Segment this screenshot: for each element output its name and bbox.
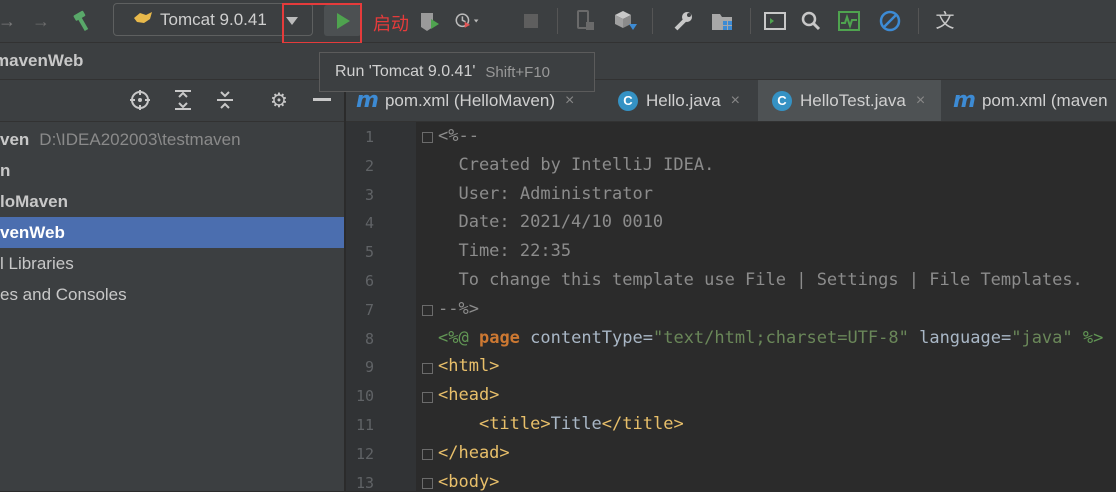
line-number: 5: [364, 243, 374, 261]
fold-marker-icon[interactable]: [422, 478, 433, 489]
code-line: Date: 2021/4/10 0010: [438, 212, 664, 232]
close-icon[interactable]: ×: [731, 92, 740, 110]
code-line: User: Administrator: [438, 184, 653, 204]
toolbar-separator: [750, 8, 751, 34]
line-number: 4: [364, 214, 374, 232]
search-icon[interactable]: [798, 8, 824, 34]
tab-label: HelloTest.java: [800, 90, 906, 110]
fold-marker-icon[interactable]: [422, 392, 433, 403]
tab-hellotest-java[interactable]: C HelloTest.java ×: [758, 80, 941, 121]
code-line: <%--: [438, 126, 479, 146]
forward-arrow-icon[interactable]: →: [28, 8, 54, 34]
tree-item-mavenweb[interactable]: venWeb: [0, 217, 344, 248]
toolbar-separator: [652, 8, 653, 34]
code-line: </head>: [438, 443, 510, 463]
tab-pom-mavenweb[interactable]: m pom.xml (maven: [943, 80, 1116, 121]
code-line: <head>: [438, 385, 500, 405]
tree-item-external-libraries[interactable]: l Libraries: [0, 248, 344, 279]
code-line-title: <title>Title</title>: [478, 414, 684, 434]
line-number: 7: [364, 301, 374, 319]
line-number: 8: [364, 330, 374, 348]
code-line: <body>: [438, 472, 500, 492]
highlight-box: [282, 3, 362, 44]
maven-icon: m: [953, 88, 976, 113]
close-icon[interactable]: ×: [565, 92, 574, 110]
tab-hello-java[interactable]: C Hello.java ×: [604, 80, 756, 121]
build-hammer-icon[interactable]: [70, 8, 96, 34]
fold-marker-icon[interactable]: [422, 449, 433, 460]
tree-item-label: loMaven: [0, 191, 69, 211]
translate-icon[interactable]: 文: [932, 8, 958, 34]
wrench-icon[interactable]: [670, 8, 696, 34]
tab-label: Hello.java: [646, 90, 721, 110]
code-line: Created by IntelliJ IDEA.: [438, 155, 715, 175]
device-icon[interactable]: [573, 8, 599, 34]
tree-item-module[interactable]: n: [0, 155, 344, 186]
annotation-text: 启动: [373, 14, 409, 35]
tomcat-icon: [132, 11, 154, 29]
toolbar-separator: [557, 8, 558, 34]
line-number: 11: [355, 416, 374, 434]
locate-target-icon[interactable]: [127, 87, 153, 113]
tree-item-label: venWeb: [0, 222, 65, 242]
line-gutter: 1 2 3 4 5 6 7 8 9 10 11 12 13: [346, 122, 416, 492]
tree-item-project-root[interactable]: ven D:\IDEA202003\testmaven: [0, 124, 344, 155]
tree-item-label: l Libraries: [0, 253, 74, 273]
code-editor[interactable]: 1 2 3 4 5 6 7 8 9 10 11 12 13 <%-- Creat…: [346, 122, 1116, 492]
close-icon[interactable]: ×: [916, 92, 925, 110]
tooltip-shortcut: Shift+F10: [485, 63, 551, 81]
line-number: 12: [355, 445, 374, 463]
code-line: To change this template use File | Setti…: [438, 270, 1083, 290]
tree-item-hellomaven[interactable]: loMaven: [0, 186, 344, 217]
project-panel-header: ⚙: [0, 80, 344, 122]
line-number: 2: [364, 157, 374, 175]
no-entry-icon[interactable]: [877, 8, 903, 34]
code-line-jsp-directive: <%@ page contentType="text/html;charset=…: [438, 328, 1104, 348]
line-number: 9: [364, 358, 374, 376]
tree-item-label: ven: [0, 129, 30, 149]
main-toolbar: → → Tomcat 9.0.41 启动 文: [0, 0, 1116, 44]
collapse-all-icon[interactable]: [212, 87, 238, 113]
gear-icon[interactable]: ⚙: [266, 87, 292, 113]
tree-item-label: es and Consoles: [0, 284, 127, 304]
tree-item-label: n: [0, 160, 11, 180]
expand-all-icon[interactable]: [170, 87, 196, 113]
line-number: 13: [355, 474, 374, 492]
line-number: 10: [355, 387, 374, 405]
line-number: 1: [364, 128, 374, 146]
tree-item-path: D:\IDEA202003\testmaven: [39, 129, 241, 149]
java-class-icon: C: [618, 90, 638, 111]
folder-grid-icon[interactable]: [710, 8, 736, 34]
code-line: <html>: [438, 356, 500, 376]
fold-marker-icon[interactable]: [422, 132, 433, 143]
breadcrumb[interactable]: mavenWeb: [0, 51, 83, 71]
profile-icon[interactable]: [454, 8, 480, 34]
line-number: 3: [364, 186, 374, 204]
tab-label: pom.xml (HelloMaven): [384, 90, 555, 110]
fold-marker-icon[interactable]: [422, 305, 433, 316]
code-line: --%>: [438, 299, 479, 319]
code-line: Time: 22:35: [438, 241, 572, 261]
terminal-icon[interactable]: [762, 8, 788, 34]
activity-monitor-icon[interactable]: [836, 8, 862, 34]
back-arrow-icon[interactable]: →: [0, 8, 20, 34]
tooltip-text: Run 'Tomcat 9.0.41': [335, 63, 476, 80]
tab-label: pom.xml (maven: [981, 90, 1108, 110]
run-config-label: Tomcat 9.0.41: [160, 9, 267, 29]
tree-item-scratches[interactable]: es and Consoles: [0, 279, 344, 310]
toolbar-separator: [918, 8, 919, 34]
project-tree: ven D:\IDEA202003\testmaven n loMaven ve…: [0, 122, 344, 491]
stop-icon[interactable]: [518, 8, 544, 34]
coverage-icon[interactable]: [416, 8, 442, 34]
java-test-class-icon: C: [772, 90, 792, 111]
fold-marker-icon[interactable]: [422, 363, 433, 374]
package-icon[interactable]: [612, 8, 638, 34]
run-tooltip: Run 'Tomcat 9.0.41' Shift+F10: [319, 52, 595, 92]
line-number: 6: [364, 272, 374, 290]
